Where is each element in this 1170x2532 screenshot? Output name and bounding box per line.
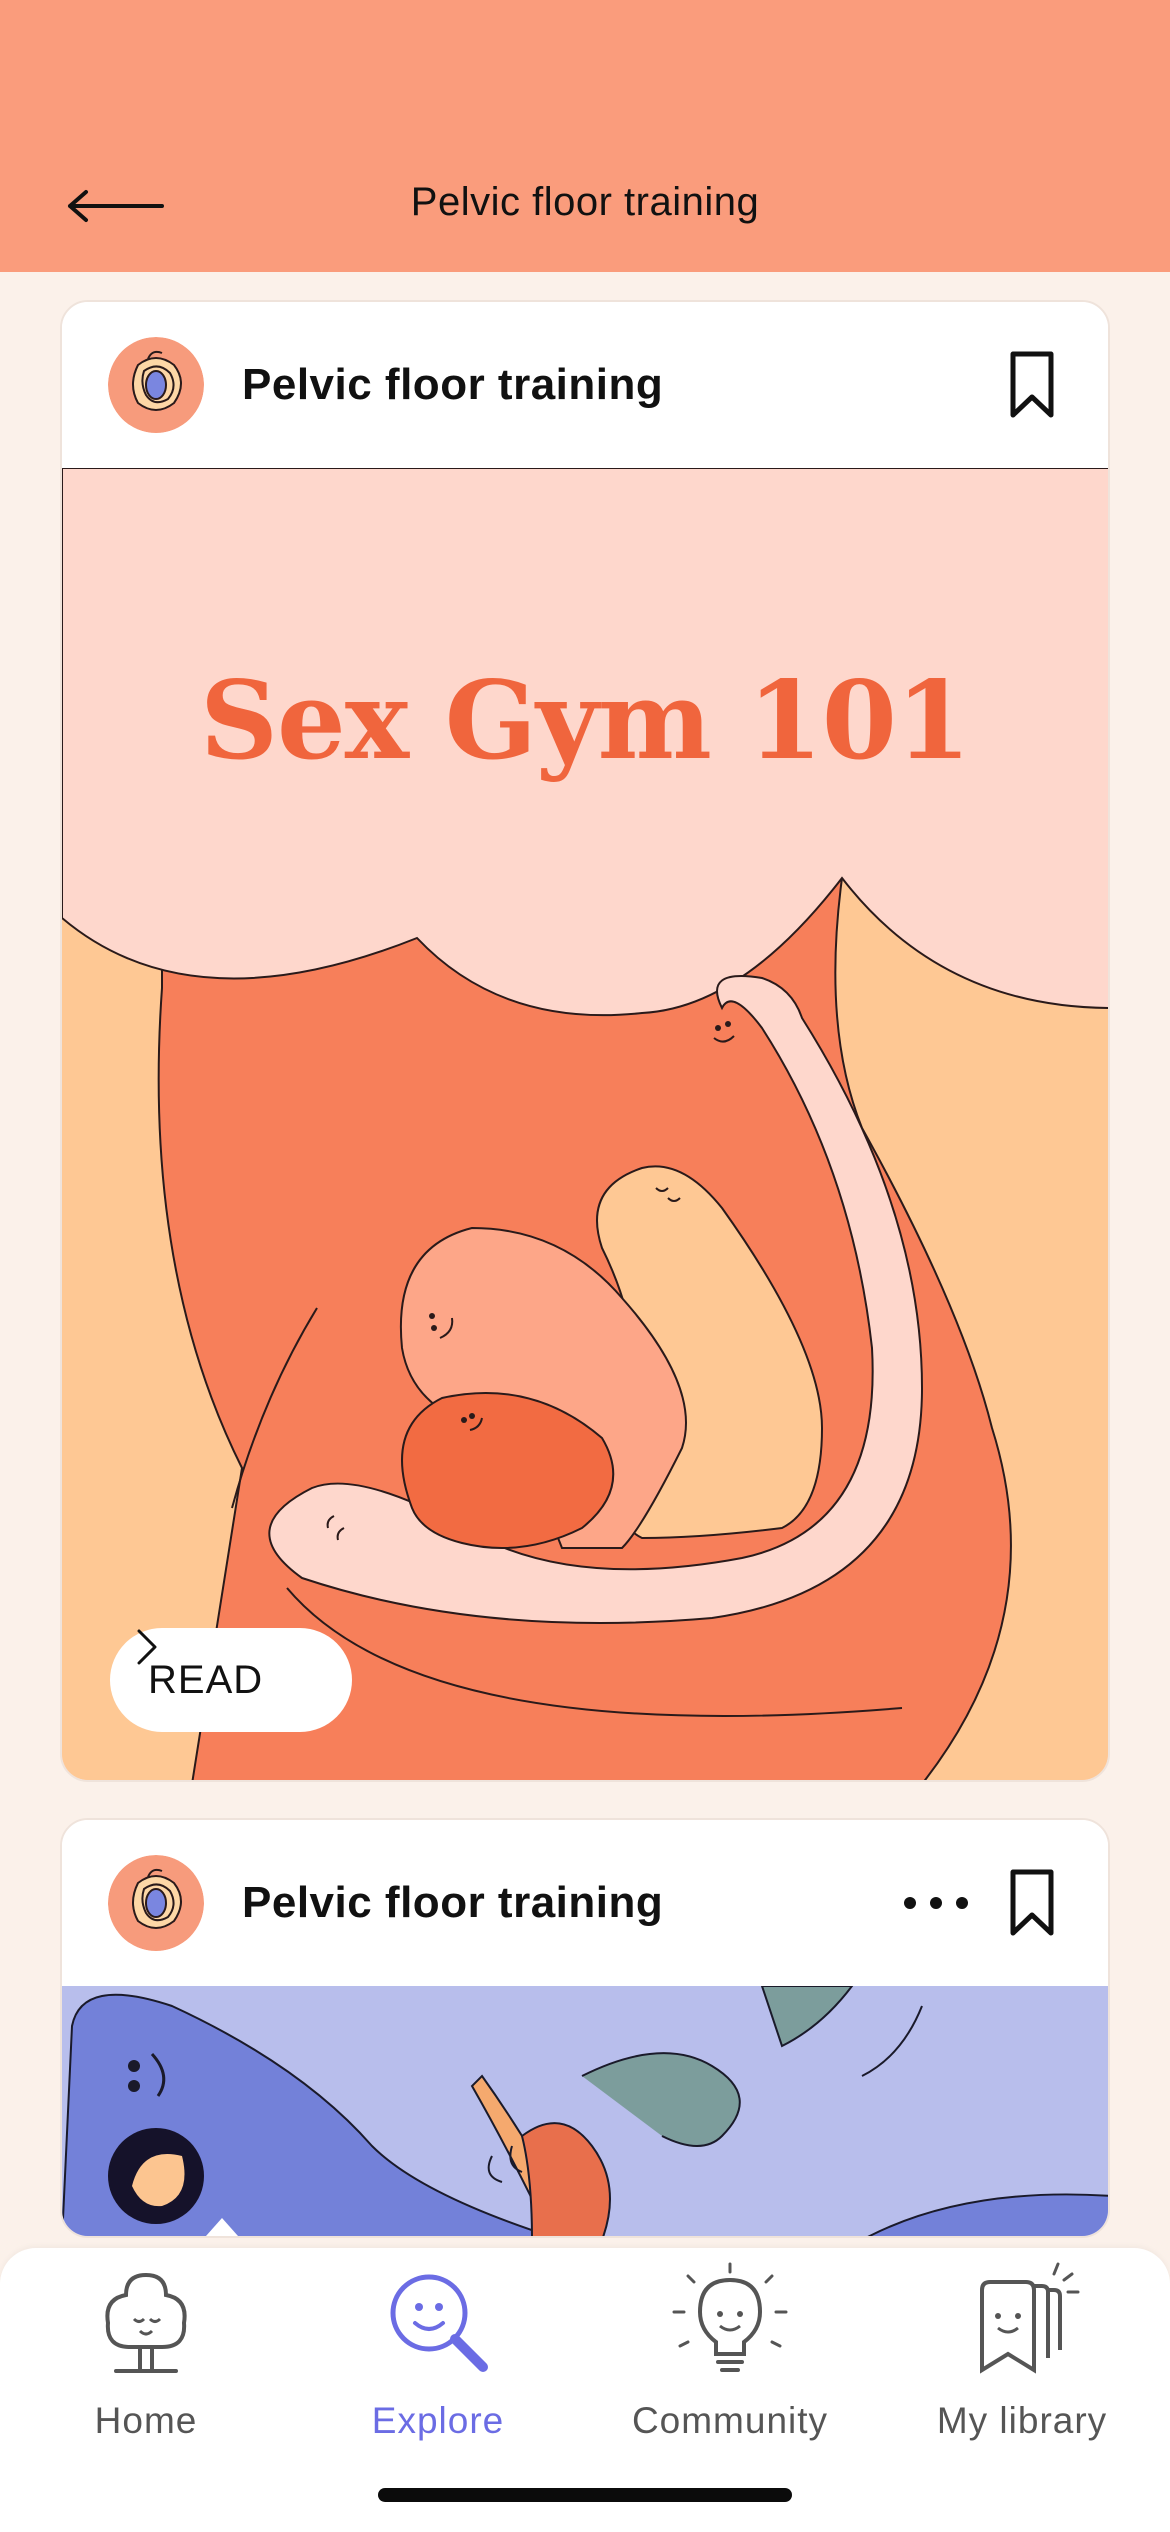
article-title: Sex Gym 101	[200, 658, 971, 784]
bookmark-button[interactable]	[1006, 348, 1058, 422]
magnifier-icon	[378, 2262, 498, 2382]
swimmer-illustration	[62, 1986, 1108, 2236]
article-illustration: Sex Gym 101 READ	[62, 468, 1108, 1780]
read-button[interactable]: READ	[110, 1628, 352, 1732]
tab-my-library-label: My library	[936, 2400, 1108, 2441]
bookmark-icon	[1010, 351, 1054, 418]
card-header: Pelvic floor training	[62, 1820, 1108, 1986]
bookmark-icon	[1010, 1869, 1054, 1936]
more-icon[interactable]	[904, 1888, 968, 1918]
tab-explore[interactable]: Explore	[292, 2262, 584, 2442]
chevron-right-icon	[137, 1629, 157, 1665]
tab-explore-label: Explore	[371, 2400, 505, 2441]
tab-my-library[interactable]: My library	[876, 2262, 1168, 2442]
article-illustration	[62, 1986, 1108, 2236]
read-button-label: READ	[148, 1657, 264, 1702]
top-header: Pelvic floor training	[0, 0, 1170, 272]
page-title: Pelvic floor training	[410, 180, 760, 224]
library-icon	[962, 2262, 1082, 2382]
tab-home-label: Home	[94, 2400, 198, 2441]
card-category-label: Pelvic floor training	[242, 1878, 664, 1927]
lightbulb-icon	[670, 2262, 790, 2382]
tab-home[interactable]: Home	[0, 2262, 292, 2442]
article-card[interactable]: Pelvic floor training	[60, 1818, 1110, 2238]
tab-community-label: Community	[631, 2400, 829, 2441]
card-header: Pelvic floor training	[62, 302, 1108, 468]
tab-community[interactable]: Community	[584, 2262, 876, 2442]
article-card[interactable]: Pelvic floor training	[60, 300, 1110, 1782]
tree-icon	[86, 2262, 206, 2382]
bookmark-button[interactable]	[1006, 1866, 1058, 1940]
card-category-label: Pelvic floor training	[242, 360, 664, 409]
home-indicator[interactable]	[378, 2488, 792, 2502]
category-avatar	[108, 1855, 204, 1951]
category-avatar	[108, 337, 204, 433]
